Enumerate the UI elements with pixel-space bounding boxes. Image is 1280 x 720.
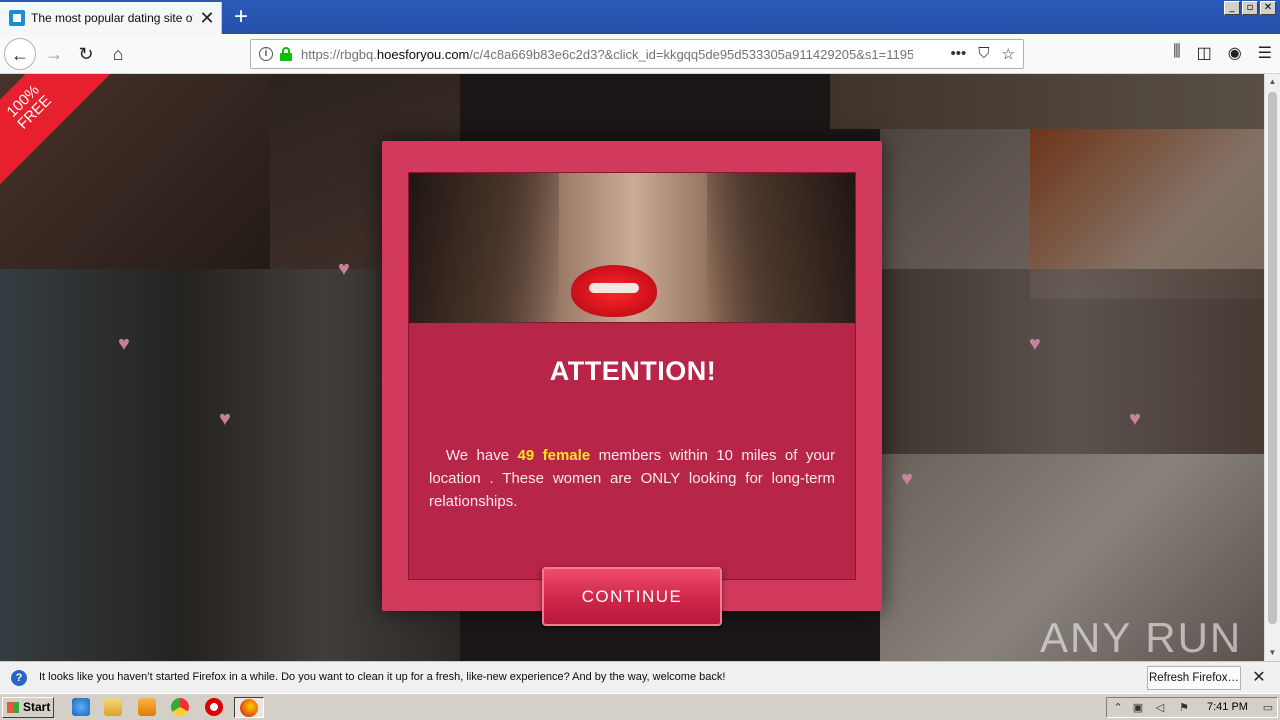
url-domain: hoesforyou.com: [376, 47, 470, 62]
media-player-icon[interactable]: [138, 698, 156, 716]
help-icon: ?: [11, 670, 27, 686]
ie-icon[interactable]: [72, 698, 90, 716]
lips-shape: [571, 265, 657, 317]
opera-icon[interactable]: [205, 698, 223, 716]
firefox-icon: [240, 699, 258, 717]
refresh-firefox-button[interactable]: Refresh Firefox…: [1147, 666, 1241, 690]
clock[interactable]: 7:41 PM: [1207, 701, 1248, 713]
menu-icon[interactable]: ☰: [1258, 43, 1272, 63]
sidebar-icon[interactable]: ◫: [1197, 43, 1212, 63]
heart-icon: ♥: [338, 258, 350, 280]
hair-shape: [707, 173, 855, 323]
folder-icon[interactable]: [104, 698, 122, 716]
chrome-icon[interactable]: [171, 698, 189, 716]
modal-panel: ATTENTION! We have 49 female members wit…: [408, 172, 856, 580]
minimize-button[interactable]: _: [1224, 1, 1240, 15]
volume-icon[interactable]: ◁: [1153, 701, 1167, 715]
url-path: /c/4c8a669b83e6c2d3?&click_id=kkgqq5de95…: [469, 47, 913, 62]
scroll-up-icon[interactable]: ▲: [1265, 74, 1280, 90]
member-count: 49 female: [517, 447, 591, 464]
site-info-icon[interactable]: i: [259, 47, 273, 61]
browser-tab[interactable]: The most popular dating site of th ✕: [0, 2, 222, 34]
page-content: ♥ ♥ ♥ ♥ ♥ ♥ 100% FREE ATTENTION! We have…: [0, 74, 1264, 661]
tab-close-icon[interactable]: ✕: [198, 7, 216, 29]
notification-text: It looks like you haven’t started Firefo…: [39, 671, 726, 683]
page-actions-button[interactable]: •••: [951, 45, 967, 63]
scroll-down-icon[interactable]: ▼: [1265, 645, 1280, 661]
flag-icon[interactable]: ⚑: [1177, 701, 1191, 715]
hair-shape: [409, 173, 559, 323]
notification-close-icon[interactable]: ✕: [1250, 668, 1268, 688]
heart-icon: ♥: [901, 468, 913, 490]
modal-message: We have 49 female members within 10 mile…: [429, 444, 835, 513]
url-prefix: https://rbgbq.: [301, 47, 377, 62]
library-icon[interactable]: ⫼: [1173, 43, 1180, 63]
network-icon[interactable]: ▣: [1131, 701, 1145, 715]
start-button[interactable]: Start: [2, 697, 54, 718]
url-text[interactable]: https://rbgbq.hoesforyou.com/c/4c8a669b8…: [301, 47, 913, 62]
lock-icon[interactable]: [280, 47, 292, 61]
heart-icon: ♥: [1029, 333, 1041, 355]
maximize-button[interactable]: ▫: [1242, 1, 1258, 15]
pocket-icon[interactable]: ⛉: [978, 45, 989, 63]
site-favicon-icon: [9, 10, 25, 26]
new-tab-button[interactable]: +: [229, 4, 253, 30]
heart-icon: ♥: [1129, 408, 1141, 430]
message-part: We have: [445, 447, 518, 464]
continue-button[interactable]: CONTINUE: [542, 567, 722, 626]
account-icon[interactable]: ◉: [1228, 43, 1242, 63]
url-actions: ••• ⛉ ☆: [951, 45, 1015, 63]
tab-title: The most popular dating site of th: [31, 11, 193, 25]
modal-title: ATTENTION!: [549, 356, 717, 386]
heart-icon: ♥: [219, 408, 231, 430]
window-controls: _ ▫ ✕: [1224, 1, 1276, 15]
back-button[interactable]: ←: [4, 38, 36, 70]
home-button[interactable]: ⌂: [102, 38, 134, 70]
ribbon-text: 100% FREE: [3, 81, 55, 133]
system-tray: ⌃ ▣ ◁ ⚑ 7:41 PM ▭: [1106, 697, 1278, 718]
scroll-thumb[interactable]: [1268, 92, 1277, 624]
vertical-scrollbar[interactable]: ▲ ▼: [1264, 74, 1280, 661]
heart-icon: ♥: [118, 333, 130, 355]
firefox-taskbar-button[interactable]: [234, 697, 264, 718]
lips-photo: [409, 173, 855, 323]
tray-expand-icon[interactable]: ⌃: [1111, 701, 1125, 715]
reload-button[interactable]: ↻: [70, 38, 102, 70]
close-window-button[interactable]: ✕: [1260, 1, 1276, 15]
address-bar[interactable]: i https://rbgbq.hoesforyou.com/c/4c8a669…: [250, 39, 1024, 69]
taskbar: Start ⌃ ▣ ◁ ⚑ 7:41 PM ▭: [0, 693, 1280, 720]
attention-modal: ATTENTION! We have 49 female members wit…: [382, 141, 882, 626]
notification-bar: ? It looks like you haven’t started Fire…: [0, 661, 1280, 693]
tab-strip: The most popular dating site of th ✕ + _…: [0, 0, 1280, 34]
navigation-toolbar: ← → ↻ ⌂ i https://rbgbq.hoesforyou.com/c…: [0, 34, 1280, 74]
show-desktop-icon[interactable]: ▭: [1261, 701, 1275, 715]
toolbar-right: ⫼ ◫ ◉ ☰: [1173, 43, 1272, 63]
forward-button[interactable]: →: [38, 38, 70, 70]
bookmark-star-icon[interactable]: ☆: [1002, 45, 1015, 63]
anyrun-watermark: ANY RUN: [1040, 614, 1243, 661]
